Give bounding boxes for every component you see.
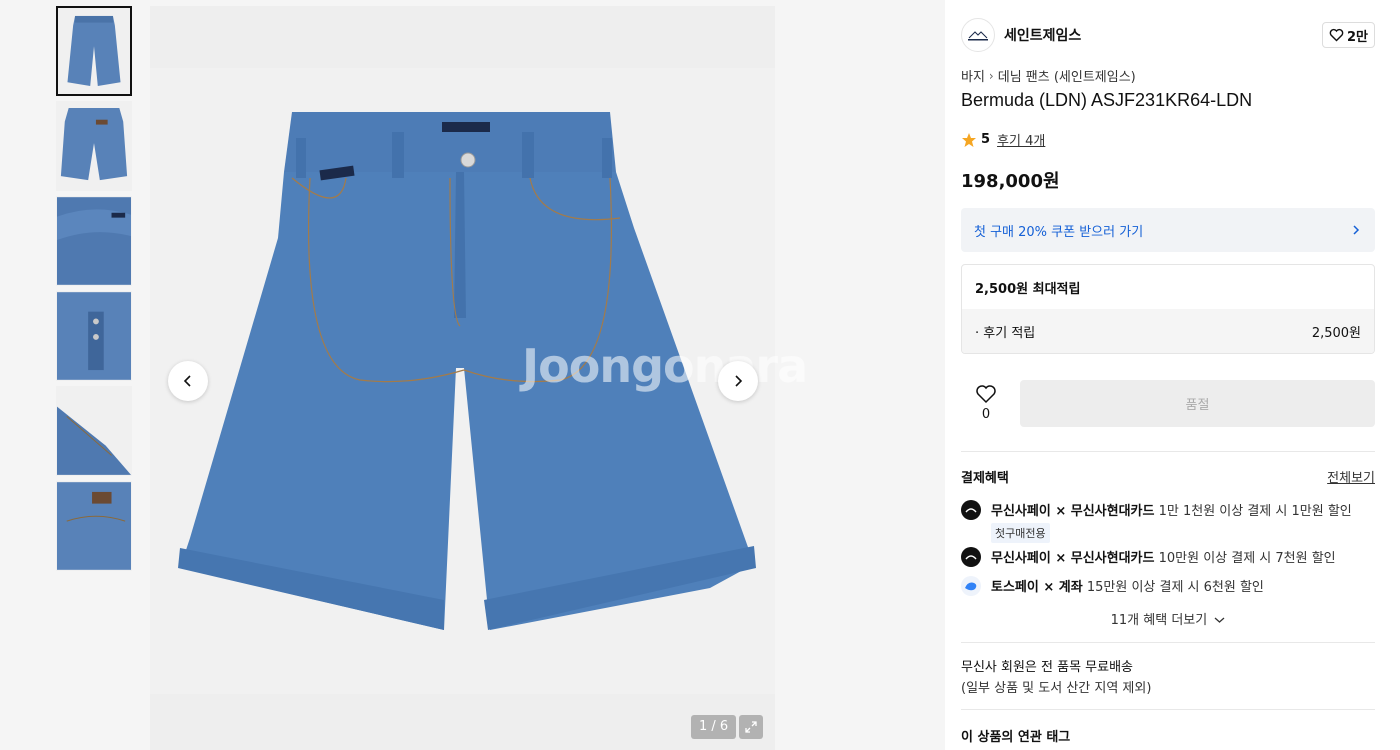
fullscreen-button[interactable] [739, 715, 764, 739]
benefit-desc: 1만 1천원 이상 결제 시 1만원 할인 [1158, 504, 1352, 519]
free-shipping-text: 무신사 회원은 전 품목 무료배송 [961, 660, 1134, 675]
related-tags-title: 이 상품의 연관 태그 [961, 730, 1071, 745]
product-price: 198,000원 [961, 171, 1060, 192]
image-counter: 1 / 6 [691, 715, 737, 739]
brand-row: 세인트제임스 2만 [961, 18, 1375, 52]
wishlist-count: 0 [981, 407, 991, 422]
product-info-panel: 세인트제임스 2만 바지 › 데님 팬츠 (세인트제임스) Bermuda (L… [945, 0, 1400, 750]
breadcrumb-level2[interactable]: 데님 팬츠 (세인트제임스) [998, 66, 1136, 85]
divider [961, 709, 1375, 710]
image-pager: 1 / 6 [691, 715, 764, 739]
benefit-desc: 10만원 이상 결제 시 7천원 할인 [1158, 551, 1336, 566]
divider [961, 642, 1375, 643]
star-icon [962, 132, 976, 147]
coupon-label: 첫 구매 20% 쿠폰 받으러 가기 [974, 224, 1144, 240]
more-benefits-button[interactable]: 11개 혜택 더보기 [961, 609, 1375, 628]
chevron-down-icon [1214, 617, 1225, 623]
thumbnail-6[interactable] [56, 481, 132, 571]
chevron-right-icon [735, 375, 743, 387]
points-review-row: · 후기 적립 2,500원 [962, 309, 1374, 353]
thumbnail-4[interactable] [56, 291, 132, 381]
rating-score: 5 [981, 132, 991, 147]
benefit-name: 무신사페이 × 무신사현대카드 [991, 551, 1155, 566]
benefit-item: 무신사페이 × 무신사현대카드 10만원 이상 결제 시 7천원 할인 [961, 547, 1375, 567]
musinsa-card-icon [961, 500, 981, 520]
more-benefits-label: 11개 혜택 더보기 [1110, 613, 1208, 628]
benefit-item: 무신사페이 × 무신사현대카드 1만 1천원 이상 결제 시 1만원 할인 첫구… [961, 500, 1375, 543]
purchase-row: 0 품절 [961, 379, 1375, 427]
thumbnail-list [56, 6, 134, 576]
shipping-exception-text: (일부 상품 및 도서 산간 지역 제외) [961, 681, 1152, 696]
expand-icon [745, 721, 757, 733]
chevron-right-icon: › [988, 68, 994, 83]
breadcrumb-level1[interactable]: 바지 [961, 66, 985, 85]
product-gallery: Joongonara [150, 6, 808, 750]
points-max: 2,500원 최대적립 [975, 281, 1081, 297]
musinsa-card-icon [961, 547, 981, 567]
heart-icon [1329, 28, 1344, 42]
wishlist-button[interactable]: 0 [961, 384, 1011, 422]
benefit-item: 토스페이 × 계좌 15만원 이상 결제 시 6천원 할인 [961, 576, 1375, 596]
thumbnail-3[interactable] [56, 196, 132, 286]
benefit-name: 토스페이 × 계좌 [991, 580, 1083, 595]
benefits-title: 결제혜택 [961, 471, 1009, 486]
next-image-button[interactable] [718, 361, 758, 401]
soldout-button[interactable]: 품절 [1020, 379, 1375, 427]
chevron-right-icon [1353, 225, 1360, 235]
product-image [150, 68, 775, 694]
brand-like-button[interactable]: 2만 [1321, 22, 1375, 48]
breadcrumb: 바지 › 데님 팬츠 (세인트제임스) [961, 66, 1136, 86]
benefit-name: 무신사페이 × 무신사현대카드 [991, 504, 1155, 519]
benefits-header: 결제혜택 전체보기 [961, 467, 1375, 486]
points-review-amount: 2,500원 [1311, 326, 1361, 341]
reviews-link[interactable]: 후기 4개 [997, 130, 1045, 149]
points-box: 2,500원 최대적립 · 후기 적립 2,500원 [961, 264, 1375, 354]
benefits-view-all-link[interactable]: 전체보기 [1327, 467, 1375, 486]
divider [961, 451, 1375, 452]
brand-name[interactable]: 세인트제임스 [1004, 25, 1081, 45]
brand-logo[interactable] [961, 18, 995, 52]
heart-icon [976, 385, 996, 404]
chevron-left-icon [183, 375, 191, 387]
thumbnail-1[interactable] [56, 6, 132, 96]
first-purchase-badge: 첫구매전용 [991, 523, 1050, 543]
thumbnail-5[interactable] [56, 386, 132, 476]
rating-row: 5 후기 4개 [961, 130, 1045, 149]
toss-icon [961, 576, 981, 596]
points-review-label: · 후기 적립 [975, 326, 1036, 341]
product-title: Bermuda (LDN) ASJF231KR64-LDN [961, 90, 1253, 110]
benefit-desc: 15만원 이상 결제 시 6천원 할인 [1086, 580, 1264, 595]
previous-image-button[interactable] [168, 361, 208, 401]
coupon-banner[interactable]: 첫 구매 20% 쿠폰 받으러 가기 [961, 208, 1375, 252]
brand-like-count: 2만 [1346, 29, 1368, 45]
thumbnail-2[interactable] [56, 101, 132, 191]
